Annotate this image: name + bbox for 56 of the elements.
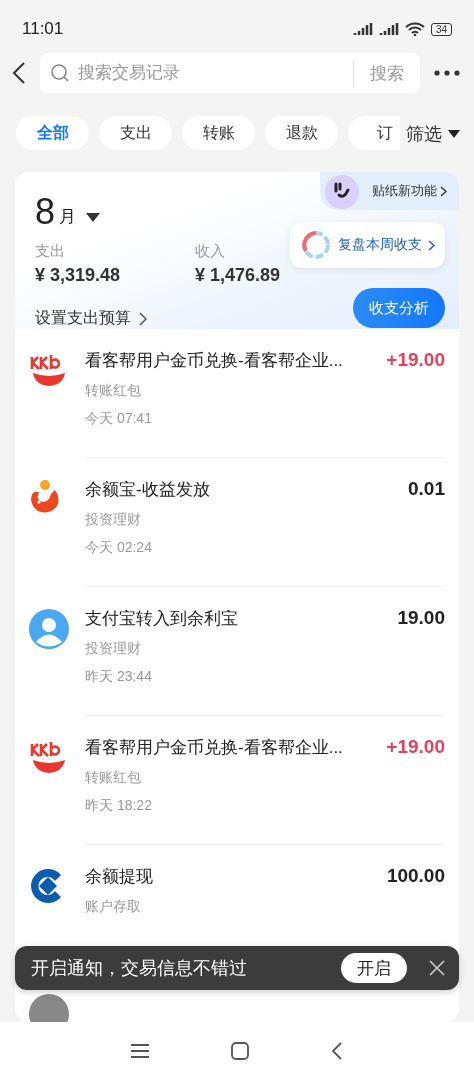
chevron-icon bbox=[139, 311, 147, 326]
analysis-button[interactable]: 收支分析 bbox=[353, 288, 445, 328]
transaction-title[interactable]: 余额宝-收益发放 bbox=[85, 478, 400, 501]
transaction-amount: +19.00 bbox=[385, 736, 445, 758]
transaction-category: 投资理财 bbox=[85, 640, 142, 658]
enable-button[interactable]: 开启 bbox=[341, 953, 407, 983]
avatar-icon bbox=[29, 994, 69, 1022]
transaction-category: 账户存取 bbox=[85, 898, 142, 916]
signal-icon bbox=[378, 23, 399, 35]
transaction-amount: 0.01 bbox=[407, 478, 445, 500]
stat-value: ¥ 3,319.48 bbox=[35, 265, 121, 286]
sticker-badge[interactable]: 贴纸新功能 bbox=[320, 172, 459, 210]
ring-icon bbox=[300, 229, 332, 261]
filter-tab[interactable]: 支出 bbox=[99, 116, 172, 150]
battery-level: 34 bbox=[430, 22, 452, 36]
home-icon[interactable] bbox=[231, 1042, 249, 1060]
stat-value: ¥ 1,476.89 bbox=[195, 265, 281, 286]
filter-tab[interactable]: 订 bbox=[348, 116, 400, 150]
transaction-title[interactable]: 余额提现 bbox=[85, 865, 379, 888]
transaction-amount: +19.00 bbox=[385, 349, 445, 371]
chevron-icon bbox=[440, 185, 447, 197]
chevron-icon bbox=[428, 239, 435, 251]
transaction-title[interactable]: 支付宝转入到余利宝 bbox=[85, 607, 390, 630]
budget-link[interactable]: 设置支出预算 bbox=[35, 308, 147, 329]
back-icon[interactable] bbox=[12, 62, 26, 84]
transaction-time: 昨天 23:44 bbox=[85, 668, 153, 686]
smiley-icon bbox=[324, 174, 360, 210]
transaction-category: 投资理财 bbox=[85, 511, 142, 529]
transaction-category: 转账红包 bbox=[85, 769, 142, 787]
wifi-icon bbox=[404, 22, 425, 36]
stat-label: 支出 bbox=[35, 242, 65, 261]
transaction-title[interactable]: 看客帮用户金币兑换-看客帮企业... bbox=[85, 736, 379, 759]
transaction-amount: 100.00 bbox=[385, 865, 445, 887]
transaction-title[interactable]: 看客帮用户金币兑换-看客帮企业... bbox=[85, 349, 379, 372]
clock: 11:01 bbox=[22, 19, 64, 39]
stat-label: 收入 bbox=[195, 242, 225, 261]
transaction-amount: 19.00 bbox=[396, 607, 445, 629]
avatar-icon bbox=[29, 609, 69, 649]
dropdown-icon bbox=[86, 213, 101, 222]
filter-tab[interactable]: 全部 bbox=[16, 116, 89, 150]
transaction-category: 转账红包 bbox=[85, 382, 142, 400]
whale-icon bbox=[29, 480, 61, 514]
toast-message: 开启通知，交易信息不错过 bbox=[31, 957, 248, 980]
transaction-time: 昨天 18:22 bbox=[85, 797, 153, 815]
menu-icon[interactable] bbox=[131, 1043, 149, 1059]
transaction-time: 今天 07:41 bbox=[85, 410, 153, 428]
close-icon[interactable] bbox=[429, 960, 445, 976]
back-icon[interactable] bbox=[331, 1042, 343, 1060]
filter-tab[interactable]: 退款 bbox=[265, 116, 338, 150]
transaction-time: 今天 02:24 bbox=[85, 539, 153, 557]
dropdown-icon bbox=[448, 130, 460, 138]
filter-tab[interactable]: 转账 bbox=[182, 116, 255, 150]
more-icon[interactable] bbox=[434, 70, 460, 76]
search-icon bbox=[50, 63, 70, 83]
signal-icon bbox=[352, 23, 373, 35]
review-popup[interactable]: 复盘本周收支 bbox=[290, 222, 445, 268]
